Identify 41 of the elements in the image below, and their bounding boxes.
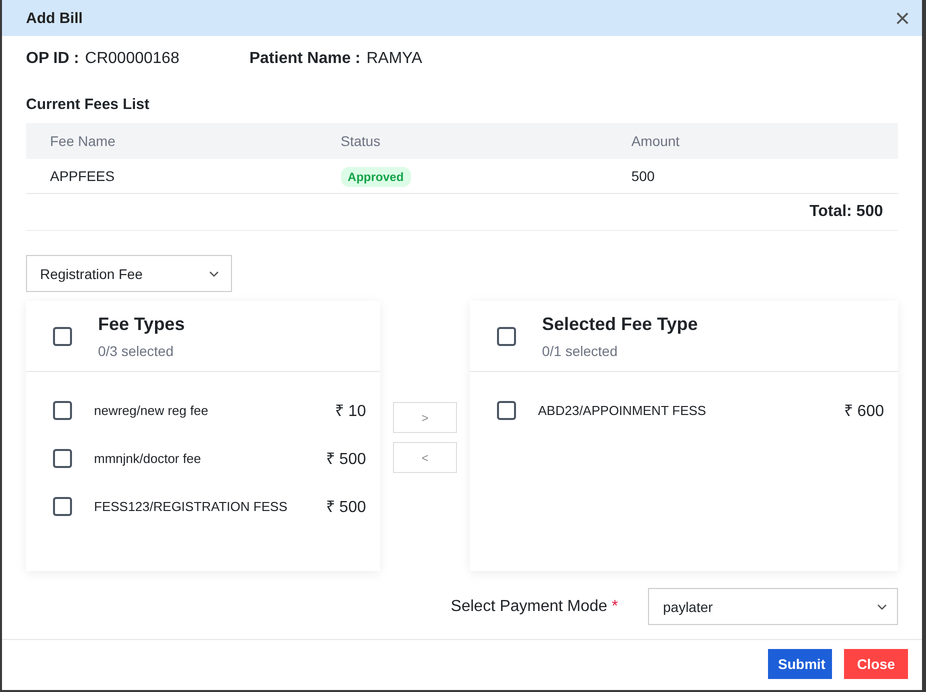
column-header: Amount — [607, 123, 898, 159]
field-value: RAMYA — [366, 50, 422, 68]
dialog-title: Add Bill — [26, 10, 83, 26]
fee-item-label: mmnjnk/doctor fee — [94, 450, 202, 466]
column-header: Status — [316, 123, 608, 159]
payment-mode-dropdown[interactable]: paylater — [648, 588, 898, 625]
checkbox[interactable] — [497, 326, 516, 346]
close-button[interactable]: Close — [844, 649, 908, 679]
column-header: Fee Name — [26, 123, 317, 159]
panel-title: Fee Types — [98, 314, 185, 334]
fee-category-dropdown[interactable]: Registration Fee — [26, 255, 232, 292]
fee-amount: ₹ 500 — [326, 498, 366, 517]
transfer-button[interactable]: < — [393, 442, 457, 473]
panel-title: Selected Fee Type — [542, 314, 698, 334]
checkbox[interactable] — [53, 400, 72, 420]
field-label: OP ID : — [26, 50, 80, 68]
field-label: Select Payment Mode * — [450, 598, 618, 616]
fee-item-label: newreg/new reg fee — [94, 402, 210, 418]
checkbox[interactable] — [497, 400, 516, 420]
checkbox[interactable] — [53, 326, 72, 346]
fee-amount: ₹ 600 — [844, 402, 884, 421]
chevron-down-icon — [209, 270, 219, 276]
chevron-down-icon — [877, 604, 887, 610]
fee-amount: ₹ 10 — [334, 402, 366, 421]
section-title: Current Fees List — [26, 96, 150, 113]
transfer-button[interactable]: > — [393, 402, 457, 433]
status-badge: Approved — [340, 167, 411, 187]
checkbox[interactable] — [53, 496, 72, 516]
field-label: Patient Name : — [249, 50, 360, 68]
selection-count: 0/1 selected — [542, 342, 618, 358]
fee-item-label: FESS123/REGISTRATION FESS — [94, 498, 288, 514]
selection-count: 0/3 selected — [98, 342, 174, 358]
checkbox[interactable] — [53, 448, 72, 468]
table-cell: APPFEES — [26, 159, 317, 194]
table-cell: 500 — [607, 159, 898, 194]
field-value: CR00000168 — [85, 50, 180, 68]
total-text: Total: 500 — [810, 203, 883, 221]
close-button[interactable]: × — [894, 5, 910, 31]
fee-item-label: ABD23/APPOINMENT FESS — [538, 402, 708, 418]
submit-button[interactable]: Submit — [768, 649, 832, 679]
fee-amount: ₹ 500 — [326, 450, 366, 469]
